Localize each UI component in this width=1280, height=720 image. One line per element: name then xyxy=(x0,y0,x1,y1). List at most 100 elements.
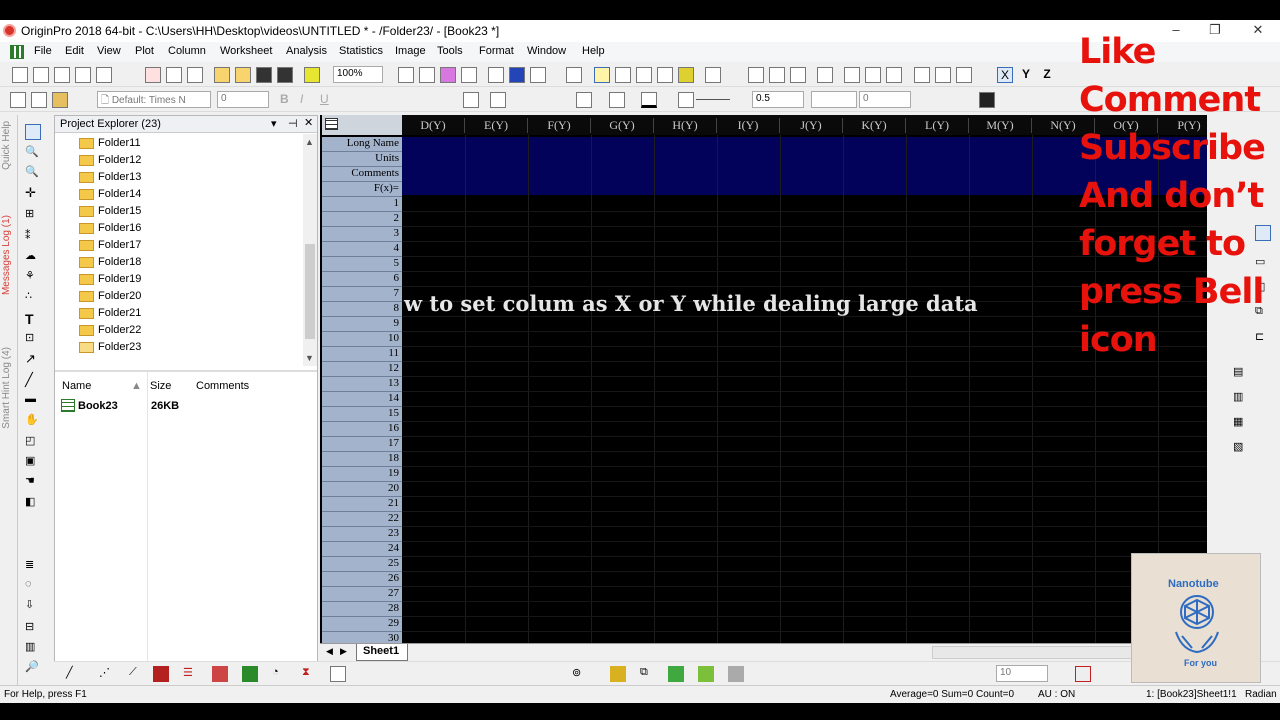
menu-edit[interactable]: Edit xyxy=(65,45,84,57)
panel-close-icon[interactable]: ✕ xyxy=(304,116,313,129)
quick-help-tab[interactable]: Quick Help xyxy=(1,121,12,170)
bar-plot-icon[interactable] xyxy=(865,67,881,83)
hand-tool-icon[interactable]: ✋ xyxy=(25,413,41,429)
mask-tool-icon[interactable]: ⚘ xyxy=(25,269,41,285)
open-template-icon[interactable] xyxy=(235,67,251,83)
apps-icon[interactable] xyxy=(678,67,694,83)
project-explorer-icon[interactable] xyxy=(566,67,582,83)
tree-item-folder22[interactable]: Folder22 xyxy=(79,322,279,339)
merge-graphs-icon[interactable] xyxy=(610,666,626,682)
set-as-z-button[interactable]: Z xyxy=(1039,67,1055,83)
pattern-width-dropdown[interactable] xyxy=(811,91,857,108)
font-color-icon[interactable] xyxy=(520,92,536,108)
align-top-icon[interactable]: ▦ xyxy=(1233,415,1249,431)
object-manager-icon[interactable] xyxy=(594,67,610,83)
name-column-header[interactable]: Name xyxy=(62,380,91,392)
data-reader-icon[interactable]: ✛ xyxy=(25,185,41,201)
message-log-icon[interactable] xyxy=(636,67,652,83)
graph-export-icon[interactable] xyxy=(1075,666,1091,682)
size-dropdown[interactable]: 10 xyxy=(996,665,1048,682)
table-borders-icon[interactable] xyxy=(979,92,995,108)
zoom-tool-icon[interactable] xyxy=(615,67,631,83)
find-tool-icon[interactable]: 🔎 xyxy=(25,660,41,676)
reapply-filter-icon[interactable] xyxy=(956,67,972,83)
tree-item-folder20[interactable]: Folder20 xyxy=(79,288,279,305)
line-plot-icon[interactable]: ╱ xyxy=(66,666,82,682)
menu-view[interactable]: View xyxy=(97,45,121,57)
swap-layers-icon[interactable] xyxy=(728,666,744,682)
menu-column[interactable]: Column xyxy=(168,45,206,57)
line-tool-icon[interactable]: ╱ xyxy=(25,372,41,388)
area-plot-icon[interactable] xyxy=(242,666,258,682)
pie-chart-icon[interactable]: ◔ xyxy=(272,666,288,682)
screen-reader-icon[interactable]: ⊞ xyxy=(25,207,41,223)
fill-color-icon[interactable] xyxy=(576,92,592,108)
template-library-icon[interactable] xyxy=(330,666,346,682)
zoom-out-tool-icon[interactable]: 🔍 xyxy=(25,165,41,181)
set-as-y-button[interactable]: Y xyxy=(1018,67,1034,83)
stack-icon[interactable] xyxy=(212,666,228,682)
text-tool-icon[interactable]: T xyxy=(25,311,41,327)
save-template-icon[interactable] xyxy=(277,67,293,83)
tab-prev-icon[interactable]: ◀ xyxy=(326,646,333,657)
insert-graph-icon[interactable]: ▣ xyxy=(25,454,41,470)
cell-grid[interactable] xyxy=(320,115,1207,643)
file-row-book23[interactable]: Book23 26KB xyxy=(55,398,317,415)
tree-item-folder18[interactable]: Folder18 xyxy=(79,254,279,271)
line-color-icon[interactable] xyxy=(641,92,657,108)
align-right-icon[interactable]: ▥ xyxy=(1233,390,1249,406)
graph-layers-icon[interactable]: ⊚ xyxy=(572,666,588,682)
copy-icon[interactable] xyxy=(31,92,47,108)
tree-item-folder16[interactable]: Folder16 xyxy=(79,220,279,237)
command-window-icon[interactable] xyxy=(530,67,546,83)
folder-tree-scrollbar[interactable]: ▲ ▼ xyxy=(303,134,317,366)
comments-column-header[interactable]: Comments xyxy=(196,380,249,392)
annotation-tool-icon[interactable]: ⊡ xyxy=(25,331,41,347)
scroll-up-icon[interactable]: ▲ xyxy=(305,137,314,147)
cut-icon[interactable] xyxy=(10,92,26,108)
font-dropdown[interactable]: 🗋 Default: Times N xyxy=(97,91,211,108)
wrap-text-icon[interactable] xyxy=(490,92,506,108)
zoom-dropdown[interactable]: 100% xyxy=(333,66,383,83)
pin-icon[interactable]: ⊣ xyxy=(288,117,298,130)
circle-tool-icon[interactable]: ◌ xyxy=(25,578,41,594)
column-chart-icon[interactable] xyxy=(153,666,169,682)
tree-item-folder13[interactable]: Folder13 xyxy=(79,169,279,186)
import-icon[interactable] xyxy=(304,67,320,83)
new-notes-icon[interactable] xyxy=(75,67,91,83)
bold-icon[interactable]: B xyxy=(280,92,289,106)
pointer-tool-icon[interactable] xyxy=(25,124,41,140)
column-insert-icon[interactable]: ▥ xyxy=(25,640,41,656)
new-layout-icon[interactable] xyxy=(187,67,203,83)
value-dropdown[interactable]: 0 xyxy=(859,91,911,108)
results-log-icon[interactable] xyxy=(509,67,525,83)
smart-hint-log-tab[interactable]: Smart Hint Log (4) xyxy=(1,347,12,429)
set-values-icon[interactable] xyxy=(748,67,764,83)
tree-item-folder21[interactable]: Folder21 xyxy=(79,305,279,322)
menu-plot[interactable]: Plot xyxy=(135,45,154,57)
tree-item-folder12[interactable]: Folder12 xyxy=(79,152,279,169)
menu-help[interactable]: Help xyxy=(582,45,605,57)
menu-statistics[interactable]: Statistics xyxy=(339,45,383,57)
extract-layers-icon[interactable]: ⧉ xyxy=(640,666,656,682)
draw-data-icon[interactable]: ∴ xyxy=(25,289,41,305)
refresh-icon[interactable] xyxy=(440,67,456,83)
pattern-icon[interactable] xyxy=(609,92,625,108)
region-tool-icon[interactable]: ◰ xyxy=(25,434,41,450)
line-width-dropdown[interactable]: 0.5 xyxy=(752,91,804,108)
layers-icon[interactable]: ≣ xyxy=(25,558,41,574)
arrow-tool-icon[interactable]: ↗ xyxy=(25,351,41,367)
insert-icon[interactable]: ⇩ xyxy=(25,598,41,614)
filter-icon[interactable] xyxy=(914,67,930,83)
box-chart-icon[interactable]: ⧗ xyxy=(302,666,318,682)
tree-item-folder11[interactable]: Folder11 xyxy=(79,135,279,152)
open-icon[interactable] xyxy=(214,67,230,83)
menu-analysis[interactable]: Analysis xyxy=(286,45,327,57)
line-style-icon[interactable] xyxy=(678,92,694,108)
menu-file[interactable]: File xyxy=(34,45,52,57)
set-as-x-button[interactable]: X xyxy=(997,67,1013,83)
duplicate-icon[interactable] xyxy=(419,67,435,83)
zoom-in-tool-icon[interactable]: 🔍 xyxy=(25,145,41,161)
tree-item-folder14[interactable]: Folder14 xyxy=(79,186,279,203)
new-graph-icon[interactable] xyxy=(145,67,161,83)
